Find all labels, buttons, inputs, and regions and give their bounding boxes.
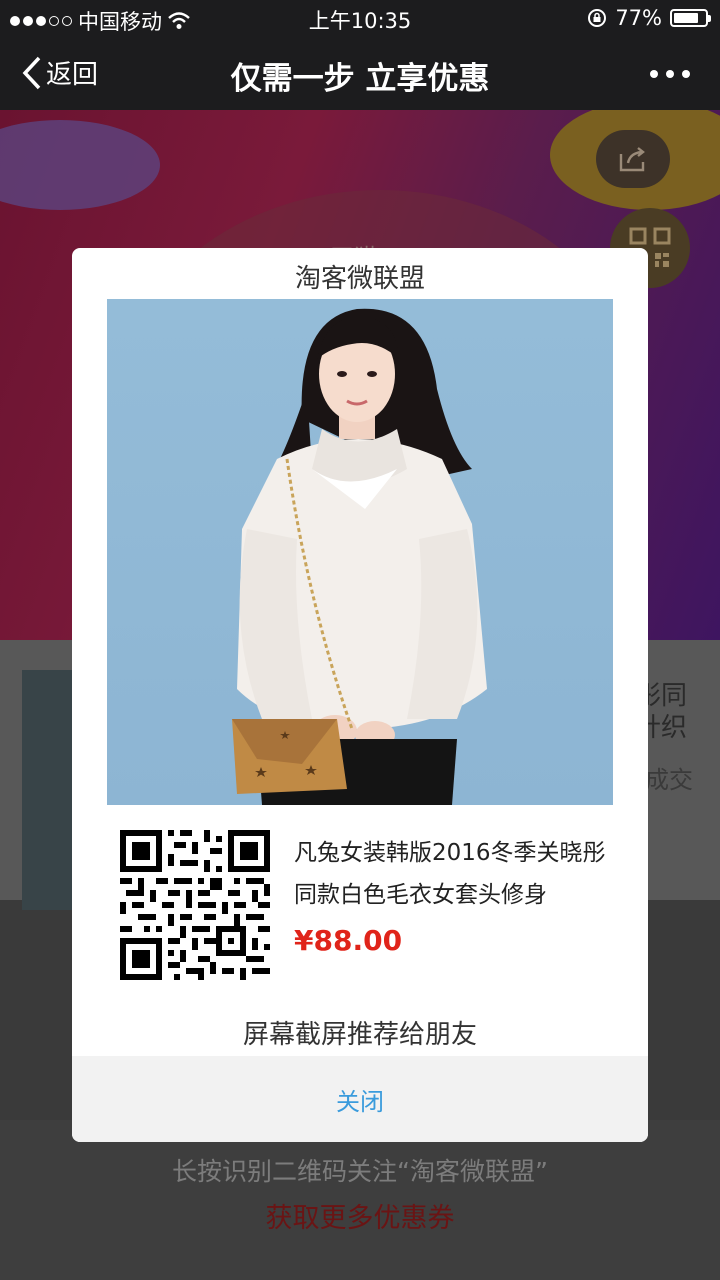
close-button[interactable]: 关闭 (72, 1056, 648, 1142)
model-illustration (232, 308, 487, 805)
share-modal: 淘客微联盟 凡兔女装韩版2016冬季关晓彤同款白色毛衣女套头修身 ¥88.00 … (72, 248, 648, 1142)
battery-percent: 77% (615, 6, 662, 30)
rotation-lock-icon (588, 9, 607, 27)
coupon-cta-link[interactable]: 获取更多优惠券 (0, 1196, 720, 1235)
product-price: ¥88.00 (294, 924, 403, 957)
battery-icon (670, 9, 711, 27)
close-label: 关闭 (336, 1087, 384, 1116)
page-title: 仅需一步 立享优惠 (230, 61, 490, 97)
share-icon (619, 147, 645, 172)
status-bar: 中国移动 上午10:35 77% (0, 0, 720, 36)
share-hint: 屏幕截屏推荐给朋友 (242, 1020, 477, 1050)
more-options-icon[interactable] (650, 70, 690, 78)
qr-code-image[interactable] (120, 830, 270, 980)
product-name: 凡兔女装韩版2016冬季关晓彤同款白色毛衣女套头修身 (294, 840, 606, 908)
modal-title: 淘客微联盟 (294, 264, 425, 294)
product-photo (107, 299, 613, 805)
footer-note: 长按识别二维码关注“淘客微联盟” (172, 1157, 548, 1186)
product-sales-label: 成交 (645, 766, 693, 794)
nav-bar: 返回 仅需一步 立享优惠 (0, 36, 720, 110)
share-button[interactable] (596, 130, 670, 188)
